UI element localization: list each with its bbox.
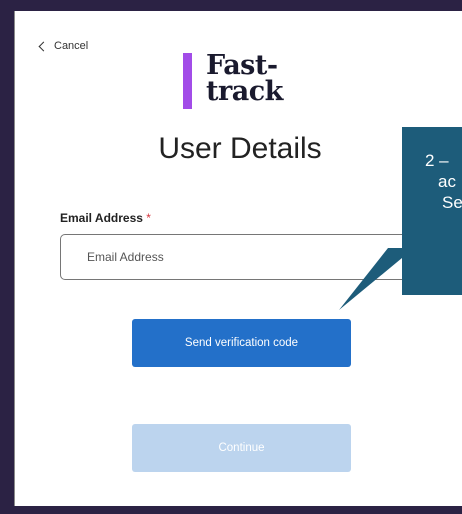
logo-bar <box>183 53 192 109</box>
chevron-left-icon <box>38 41 49 52</box>
cancel-link[interactable]: Cancel <box>38 40 89 52</box>
required-marker: * <box>146 211 151 225</box>
continue-button: Continue <box>132 424 351 472</box>
cancel-label: Cancel <box>54 40 89 52</box>
window-frame-bottom <box>0 506 462 514</box>
page-title: User Details <box>158 132 322 165</box>
logo-line-2: track <box>206 76 283 107</box>
window-frame-left <box>0 0 14 514</box>
callout-line-2: ac <box>438 172 456 191</box>
logo-wordmark: Fast- track <box>206 52 283 109</box>
fast-track-logo: Fast- track <box>183 52 283 109</box>
window-frame-top <box>0 0 462 11</box>
callout-text: 2 – ac Se <box>402 127 462 295</box>
callout-line-3: Se <box>442 193 462 212</box>
email-label: Email Address * <box>60 211 151 225</box>
email-label-text: Email Address <box>60 211 143 225</box>
send-verification-code-button[interactable]: Send verification code <box>132 319 351 367</box>
email-input[interactable] <box>60 234 420 280</box>
callout-line-1: 2 – <box>425 151 449 170</box>
